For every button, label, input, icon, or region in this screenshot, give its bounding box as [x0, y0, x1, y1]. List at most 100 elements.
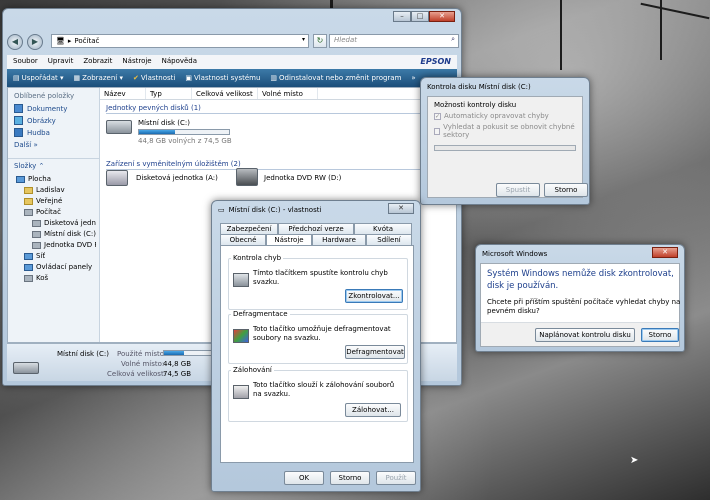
- tab-tools[interactable]: Nástroje: [266, 234, 312, 245]
- drive-c-name: Místní disk (C:): [138, 119, 191, 127]
- cancel-button[interactable]: Storno: [544, 183, 588, 197]
- organize-button[interactable]: ▤ Uspořádat ▾: [13, 74, 64, 82]
- tree-item-recycle-bin[interactable]: Koš: [12, 273, 96, 284]
- search-placeholder: Hledat: [334, 36, 357, 44]
- network-icon: [24, 253, 33, 260]
- chevron-down-icon[interactable]: ▾: [302, 36, 305, 43]
- message-heading: Systém Windows nemůže disk zkontrolovat,…: [487, 269, 674, 291]
- start-button[interactable]: Spustit: [496, 183, 540, 197]
- total-label: Celková velikost:: [107, 370, 167, 378]
- tab-quota[interactable]: Kvóta: [354, 223, 412, 234]
- tree-item-user[interactable]: Ladislav: [12, 185, 96, 196]
- backup-button[interactable]: Zálohovat...: [345, 403, 401, 417]
- command-bar: ▤ Uspořádat ▾ ▦ Zobrazení ▾ ✔ Vlastnosti ▣ V…: [7, 69, 457, 87]
- tree-item-dvd[interactable]: Jednotka DVD RW: [12, 240, 96, 251]
- menu-edit[interactable]: Upravit: [48, 57, 74, 67]
- tree-item-desktop[interactable]: Plocha: [12, 174, 96, 185]
- column-total-size[interactable]: Celková velikost: [192, 88, 258, 99]
- forward-button[interactable]: ▶: [27, 34, 43, 50]
- tab-security[interactable]: Zabezpečení: [220, 223, 278, 234]
- used-label: Použité místo:: [117, 350, 167, 358]
- ok-button[interactable]: OK: [284, 471, 324, 485]
- more-label: Další: [14, 141, 32, 149]
- folders-heading[interactable]: Složky ⌃: [8, 158, 100, 173]
- menu-help[interactable]: Nápověda: [162, 57, 197, 67]
- tree-item-control-panel[interactable]: Ovládací panely: [12, 262, 96, 273]
- favorite-label: Obrázky: [27, 116, 56, 125]
- control-panel-icon: [24, 264, 33, 271]
- favorite-music[interactable]: Hudba: [14, 128, 93, 137]
- tree-label: Ladislav: [36, 186, 65, 194]
- tab-hardware[interactable]: Hardware: [312, 234, 366, 245]
- organize-icon: ▤: [13, 74, 20, 82]
- refresh-button[interactable]: ↻: [313, 34, 327, 48]
- menu-tools[interactable]: Nástroje: [122, 57, 151, 67]
- system-properties-button[interactable]: ▣ Vlastnosti systému: [185, 74, 260, 82]
- pictures-icon: [14, 116, 23, 125]
- back-button[interactable]: ◀: [7, 34, 23, 50]
- hard-disk-icon: [106, 120, 132, 134]
- cancel-button[interactable]: Storno: [641, 328, 679, 342]
- tree-item-local-disk[interactable]: Místní disk (C:): [12, 229, 96, 240]
- address-bar[interactable]: 🖥 ▸ Počítač ▾: [51, 34, 309, 48]
- drive-c-item[interactable]: Místní disk (C:) 44,8 GB volných z 74,5 …: [106, 118, 246, 145]
- programs-icon: ▥: [270, 74, 278, 82]
- apply-button[interactable]: Použít: [376, 471, 416, 485]
- column-free-space[interactable]: Volné místo: [258, 88, 318, 99]
- total-value: 74,5 GB: [163, 370, 192, 378]
- tree-item-computer[interactable]: Počítač: [12, 207, 96, 218]
- mouse-cursor-icon: ➤: [630, 455, 639, 466]
- address-text: Počítač: [74, 37, 100, 45]
- column-type[interactable]: Typ: [146, 88, 192, 99]
- floppy-icon: [32, 220, 41, 227]
- search-input[interactable]: Hledat ⌕: [329, 34, 459, 48]
- dvd-drive-item[interactable]: Jednotka DVD RW (D:): [236, 166, 356, 186]
- favorites-heading: Oblíbené položky: [14, 92, 75, 100]
- minimize-button[interactable]: –: [393, 11, 411, 22]
- search-icon[interactable]: ⌕: [451, 35, 455, 44]
- floppy-drive-item[interactable]: Disketová jednotka (A:): [106, 168, 226, 188]
- close-button[interactable]: ✕: [652, 247, 678, 258]
- defragment-button[interactable]: Defragmentovat: [345, 345, 405, 359]
- message-box: Microsoft Windows ✕ Systém Windows nemůž…: [475, 244, 685, 352]
- system-properties-label: Vlastnosti systému: [193, 74, 261, 82]
- crane-silhouette: [640, 2, 710, 20]
- window-controls: ✕: [388, 203, 414, 214]
- hard-disk-icon: [13, 362, 39, 374]
- check-options-heading: Možnosti kontroly disku: [434, 101, 517, 109]
- more-commands-icon[interactable]: »: [411, 74, 415, 82]
- cancel-button[interactable]: Storno: [330, 471, 370, 485]
- tree-label: Veřejné: [36, 197, 63, 205]
- auto-fix-checkbox[interactable]: ✓ Automaticky opravovat chyby: [434, 112, 576, 120]
- close-button[interactable]: ✕: [429, 11, 455, 22]
- maximize-button[interactable]: □: [411, 11, 429, 22]
- scan-sectors-checkbox[interactable]: Vyhledat a pokusit se obnovit chybné sek…: [434, 123, 576, 139]
- tree-label: Místní disk (C:): [44, 230, 96, 238]
- properties-title: Místní disk (C:) - vlastnosti: [228, 206, 322, 214]
- favorite-documents[interactable]: Dokumenty: [14, 104, 93, 113]
- more-favorites-link[interactable]: Další »: [14, 141, 93, 149]
- menu-view[interactable]: Zobrazit: [83, 57, 112, 67]
- message-body: Systém Windows nemůže disk zkontrolovat,…: [480, 263, 680, 347]
- disk-check-dialog: Kontrola disku Místní disk (C:) Možnosti…: [420, 77, 590, 205]
- views-button[interactable]: ▦ Zobrazení ▾: [74, 74, 123, 82]
- tree-item-public[interactable]: Veřejné: [12, 196, 96, 207]
- computer-icon: 🖥: [56, 37, 65, 45]
- tab-general[interactable]: Obecné: [220, 234, 266, 245]
- schedule-check-button[interactable]: Naplánovat kontrolu disku: [535, 328, 635, 342]
- tab-sharing[interactable]: Sdílení: [366, 234, 412, 245]
- properties-button[interactable]: ✔ Vlastnosti: [133, 74, 175, 82]
- tree-label: Plocha: [28, 175, 52, 183]
- column-name[interactable]: Název: [100, 88, 146, 99]
- favorite-pictures[interactable]: Obrázky: [14, 116, 93, 125]
- check-now-button[interactable]: Zkontrolovat...: [345, 289, 403, 303]
- close-button[interactable]: ✕: [388, 203, 414, 214]
- backup-section: Zálohování Toto tlačítko slouží k záloho…: [228, 366, 408, 422]
- menu-file[interactable]: Soubor: [13, 57, 38, 67]
- uninstall-button[interactable]: ▥ Odinstalovat nebo změnit program: [270, 74, 401, 82]
- tab-previous-versions[interactable]: Předchozí verze: [278, 223, 354, 234]
- tab-row-bottom: Obecné Nástroje Hardware Sdílení: [220, 234, 412, 245]
- tree-item-network[interactable]: Síť: [12, 251, 96, 262]
- tree-item-floppy[interactable]: Disketová jednotka: [12, 218, 96, 229]
- dvd-icon: [236, 168, 258, 186]
